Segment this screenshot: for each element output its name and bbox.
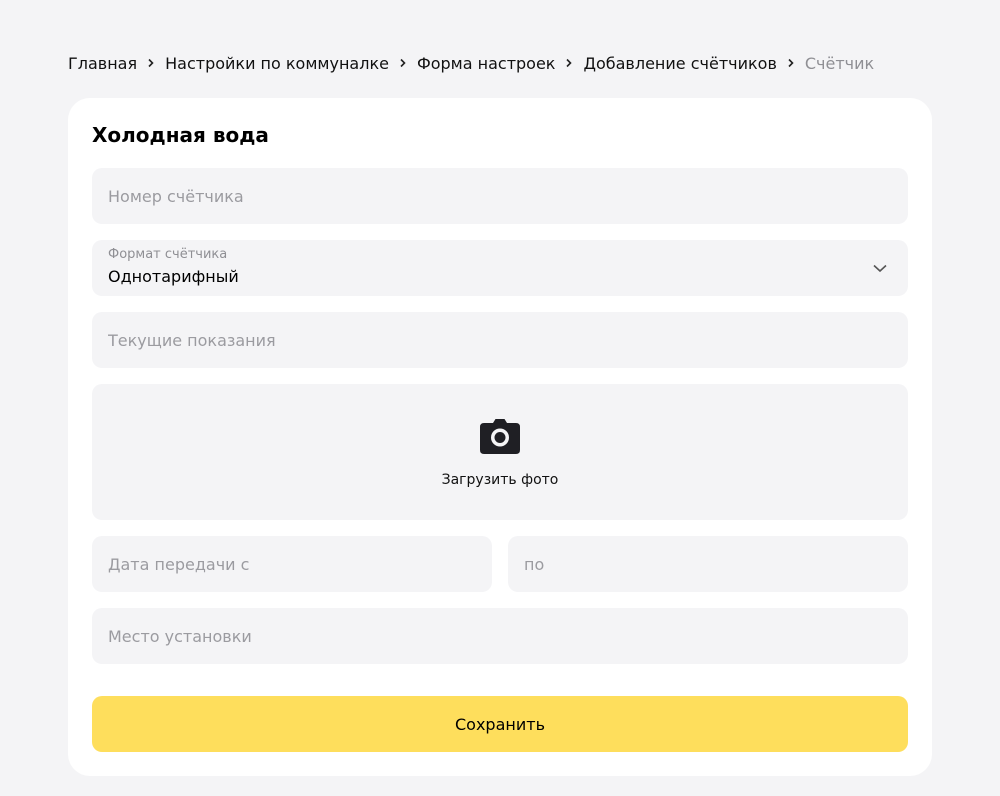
breadcrumb-item-utility-settings[interactable]: Настройки по коммуналке — [165, 54, 389, 73]
breadcrumb: Главная Настройки по коммуналке Форма на… — [68, 51, 874, 75]
meter-format-label: Формат счётчика — [108, 247, 228, 262]
save-button[interactable]: Сохранить — [92, 696, 908, 752]
meter-number-field — [92, 168, 908, 224]
location-field — [92, 608, 908, 664]
chevron-right-icon — [777, 58, 805, 68]
chevron-right-icon — [555, 58, 583, 68]
location-input[interactable] — [92, 608, 908, 664]
date-from-field — [92, 536, 492, 592]
breadcrumb-item-current: Счётчик — [804, 53, 875, 73]
breadcrumb-item-settings-form[interactable]: Форма настроек — [417, 54, 556, 73]
chevron-right-icon — [137, 58, 165, 68]
current-reading-field — [92, 312, 908, 368]
camera-icon — [480, 419, 520, 454]
form-title: Холодная вода — [92, 123, 269, 147]
date-to-input[interactable] — [508, 536, 908, 592]
chevron-right-icon — [389, 58, 417, 68]
date-from-input[interactable] — [92, 536, 492, 592]
upload-photo-label: Загрузить фото — [441, 472, 559, 488]
breadcrumb-item-home[interactable]: Главная — [68, 54, 137, 73]
meter-form-card: Холодная вода Формат счётчика Однотарифн… — [68, 98, 932, 776]
chevron-down-icon — [873, 264, 887, 273]
upload-photo-button[interactable]: Загрузить фото — [92, 384, 908, 520]
meter-format-select[interactable]: Формат счётчика Однотарифный — [92, 240, 908, 296]
current-reading-input[interactable] — [92, 312, 908, 368]
meter-number-input[interactable] — [92, 168, 908, 224]
date-to-field — [508, 536, 908, 592]
breadcrumb-item-add-meters[interactable]: Добавление счётчиков — [583, 54, 776, 73]
meter-format-value: Однотарифный — [108, 267, 239, 286]
